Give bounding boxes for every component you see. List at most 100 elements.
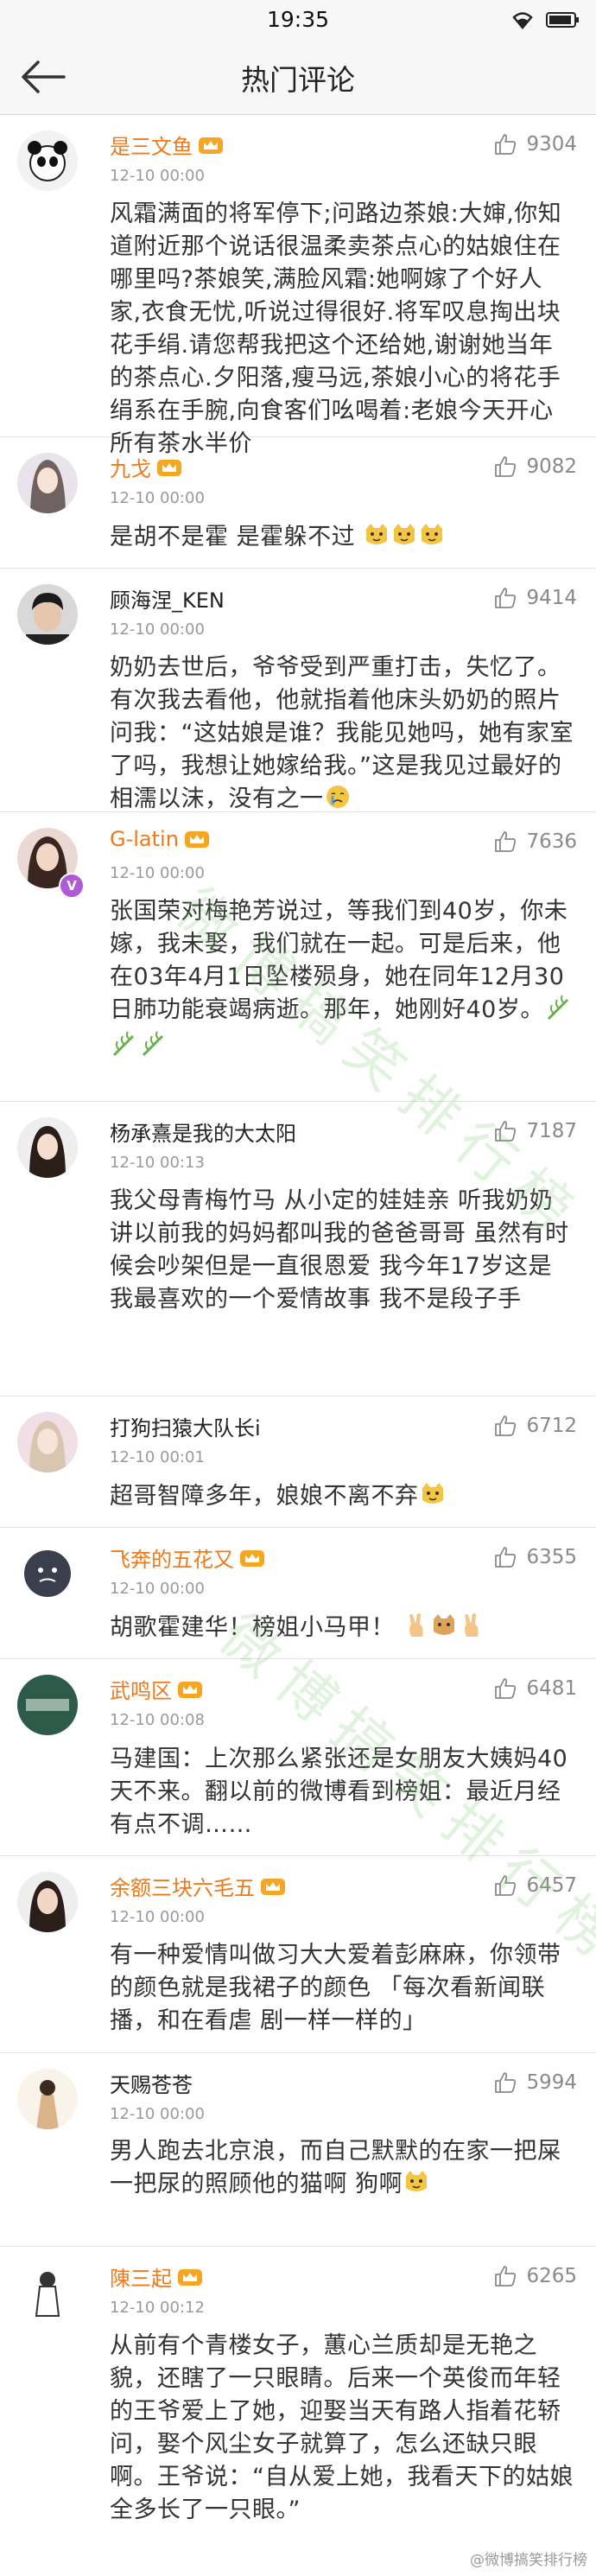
like-button[interactable]: 7187 [493, 1119, 577, 1143]
comment-item: 陳三起 12-10 00:12 6265 从前有个青楼女子，蕙心兰质却是无艳之貌… [0, 2247, 596, 2558]
comment-text: 马建国：上次那么紧张还是女朋友大姨妈40天不来。翻以前的微博看到榜姐：最近月经有… [110, 1746, 568, 1838]
battery-icon [546, 12, 579, 28]
comment-time: 12-10 00:13 [110, 1154, 205, 1172]
like-button[interactable]: 6355 [493, 1545, 577, 1569]
thumbs-up-icon [495, 134, 517, 155]
like-button[interactable]: 9082 [493, 455, 577, 479]
comment-time: 12-10 00:00 [110, 1908, 205, 1926]
nav-bar: 热门评论 [0, 40, 596, 115]
status-bar: 19:35 [0, 0, 596, 40]
comment-text: 风霜满面的将军停下;问路边茶娘:大婶,你知道附近那个说话很温柔卖茶点心的姑娘住在… [110, 200, 562, 457]
comment-item: 武鸣区 12-10 00:08 6481 马建国：上次那么紧张还是女朋友大姨妈4… [0, 1659, 596, 1856]
thumbs-up-icon [495, 1121, 517, 1142]
status-icons [511, 10, 580, 29]
vip-crown-icon [177, 2267, 203, 2287]
like-count: 7187 [526, 1120, 577, 1142]
comment-text-block: 超哥智障多年，娘娘不离不弃 [110, 1480, 574, 1517]
username-text: 飞奔的五花又 [110, 1548, 234, 1572]
comment-list: 是三文鱼 12-10 00:00 9304 风霜满面的将军停下;问路边茶娘:大婶… [0, 115, 596, 2558]
avatar[interactable] [17, 1412, 78, 1472]
like-count: 6355 [526, 1546, 577, 1568]
like-button[interactable]: 5994 [493, 2070, 577, 2095]
comment-time: 12-10 00:00 [110, 620, 205, 639]
username-text: 余额三块六毛五 [110, 1876, 255, 1900]
candle-emoji-icon [545, 995, 573, 1030]
thumbs-up-icon [495, 1678, 517, 1699]
avatar[interactable] [17, 2069, 78, 2129]
wifi-icon [512, 12, 533, 29]
thumbs-up-icon [495, 588, 517, 608]
comment-time: 12-10 00:00 [110, 167, 205, 185]
like-count: 7636 [526, 830, 577, 853]
comment-text: 男人跑去北京浪，而自己默默的在家一把屎一把尿的照顾他的猫啊 狗啊 [110, 2138, 561, 2198]
vip-crown-icon [198, 135, 224, 156]
like-button[interactable]: 6265 [493, 2264, 577, 2288]
comment-text-block: 张国荣对梅艳芳说过，等我们到40岁，你未嫁，我未娶，我们就在一起。可是后来，他在… [110, 895, 574, 1066]
comment-item: 余额三块六毛五 12-10 00:00 6457 有一种爱情叫做习大大爱着彭麻麻… [0, 1856, 596, 2053]
comment-text-block: 男人跑去北京浪，而自己默默的在家一把屎一把尿的照顾他的猫啊 狗啊 [110, 2135, 574, 2204]
username-text: 杨承熹是我的大太阳 [110, 1122, 296, 1146]
avatar[interactable] [17, 1872, 78, 1932]
comment-item: 是三文鱼 12-10 00:00 9304 风霜满面的将军停下;问路边茶娘:大婶… [0, 115, 596, 457]
candle-emoji-icon [111, 1031, 138, 1066]
comment-text: 从前有个青楼女子，蕙心兰质却是无艳之貌，还瞎了一只眼睛。后来一个英俊而年轻的王爷… [110, 2332, 574, 2523]
like-button[interactable]: 6481 [493, 1676, 577, 1701]
username[interactable]: 杨承熹是我的大太阳 [110, 1116, 296, 1147]
avatar[interactable] [17, 130, 78, 191]
username-text: 九戈 [110, 457, 151, 481]
comment-text-block: 是胡不是霍 是霍躲不过 [110, 521, 574, 557]
vip-crown-icon [184, 829, 210, 849]
like-button[interactable]: 6457 [493, 1873, 577, 1898]
username-text: 陳三起 [110, 2267, 172, 2291]
username[interactable]: 武鸣区 [110, 1674, 203, 1704]
avatar[interactable] [17, 1117, 78, 1178]
username[interactable]: 顾海涅_KEN [110, 583, 225, 614]
like-button[interactable]: 6712 [493, 1414, 577, 1438]
comment-item: 顾海涅_KEN 12-10 00:00 9414 奶奶去世后，爷爷受到严重打击，… [0, 569, 596, 812]
username[interactable]: 陳三起 [110, 2261, 203, 2292]
like-button[interactable]: 9304 [493, 132, 577, 156]
comment-time: 12-10 00:00 [110, 489, 205, 507]
thumbs-up-icon [495, 2072, 517, 2093]
status-time: 19:35 [266, 7, 330, 32]
comment-item: 打狗扫猿大队长i 12-10 00:01 6712 超哥智障多年，娘娘不离不弃 [0, 1396, 596, 1528]
username[interactable]: 是三文鱼 [110, 130, 224, 160]
comment-item: 杨承熹是我的大太阳 12-10 00:13 7187 我父母青梅竹马 从小定的娃… [0, 1102, 596, 1396]
comment-text-block: 胡歌霍建华！榜姐小马甲！ [110, 1612, 574, 1648]
avatar[interactable] [17, 1675, 78, 1735]
like-count: 6712 [526, 1415, 577, 1437]
username[interactable]: 打狗扫猿大队长i [110, 1411, 261, 1441]
like-button[interactable]: 7636 [493, 830, 577, 854]
like-count: 9304 [526, 133, 577, 156]
comment-text: 张国荣对梅艳芳说过，等我们到40岁，你未嫁，我未娶，我们就在一起。可是后来，他在… [110, 898, 568, 1023]
username-text: 是三文鱼 [110, 135, 193, 159]
username-text: G-latin [110, 827, 179, 851]
username[interactable]: G-latin [110, 827, 210, 851]
username[interactable]: 余额三块六毛五 [110, 1871, 286, 1901]
avatar[interactable] [17, 453, 78, 513]
vip-crown-icon [177, 1679, 203, 1700]
comment-time: 12-10 00:01 [110, 1448, 205, 1466]
comment-time: 12-10 00:08 [110, 1711, 205, 1729]
like-count: 6457 [526, 1874, 577, 1897]
vip-crown-icon [156, 457, 182, 478]
comment-text: 有一种爱情叫做习大大爱着彭麻麻，你领带的颜色就是我裙子的颜色 「每次看新闻联播，… [110, 1942, 561, 2034]
cat-emoji-icon [431, 1612, 457, 1648]
comment-item: 天赐苍苍 12-10 00:00 5994 男人跑去北京浪，而自己默默的在家一把… [0, 2053, 596, 2247]
username[interactable]: 天赐苍苍 [110, 2068, 193, 2098]
comment-item: V G-latin 12-10 00:00 7636 张国荣对梅艳芳说过，等我们… [0, 812, 596, 1102]
username[interactable]: 飞奔的五花又 [110, 1542, 265, 1573]
verified-badge-icon: V [59, 873, 85, 899]
username[interactable]: 九戈 [110, 452, 182, 482]
like-button[interactable]: 9414 [493, 586, 577, 610]
thumbs-up-icon [495, 1875, 517, 1896]
avatar[interactable] [17, 1543, 78, 1604]
footer-watermark: @微博搞笑排行榜 [470, 2552, 587, 2569]
avatar[interactable] [17, 584, 78, 645]
avatar[interactable] [17, 2262, 78, 2323]
like-count: 5994 [526, 2071, 577, 2094]
username-text: 天赐苍苍 [110, 2073, 193, 2097]
vip-crown-icon [239, 1548, 265, 1568]
comment-text: 我父母青梅竹马 从小定的娃娃亲 听我奶奶讲以前我的妈妈都叫我的爸爸哥哥 虽然有时… [110, 1187, 569, 1313]
comment-item: 九戈 12-10 00:00 9082 是胡不是霍 是霍躲不过 [0, 437, 596, 569]
